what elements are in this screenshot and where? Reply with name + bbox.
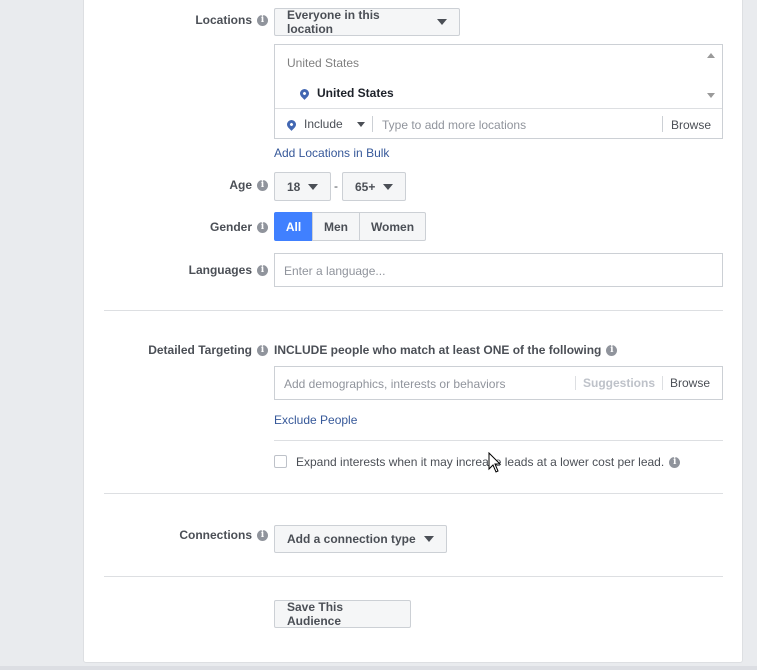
info-icon[interactable]: i bbox=[257, 179, 268, 191]
languages-label: Languages i bbox=[189, 263, 268, 277]
page-footer-bar bbox=[0, 666, 757, 670]
targeting-divider bbox=[274, 440, 723, 441]
info-icon[interactable]: i bbox=[257, 529, 268, 541]
section-divider bbox=[104, 576, 723, 577]
age-max-dropdown[interactable]: 65+ bbox=[342, 172, 406, 201]
section-divider bbox=[104, 310, 723, 311]
detailed-targeting-label: Detailed Targeting i bbox=[148, 343, 268, 357]
location-scope-dropdown[interactable]: Everyone in this location bbox=[274, 8, 460, 36]
location-pin-icon bbox=[298, 86, 311, 100]
detailed-targeting-box: Add demographics, interests or behaviors… bbox=[274, 366, 723, 400]
separator bbox=[575, 376, 576, 390]
mouse-cursor-icon bbox=[488, 452, 502, 473]
selected-location-item[interactable]: United States bbox=[298, 86, 394, 100]
age-min-dropdown[interactable]: 18 bbox=[274, 172, 331, 201]
location-pin-icon bbox=[285, 117, 298, 131]
caret-down-icon bbox=[437, 19, 447, 25]
gender-men-button[interactable]: Men bbox=[312, 212, 360, 241]
gender-all-button[interactable]: All bbox=[274, 212, 313, 241]
locations-scrollbar[interactable] bbox=[702, 45, 722, 108]
age-label: Age i bbox=[229, 178, 268, 192]
separator bbox=[662, 376, 663, 390]
browse-locations-button[interactable]: Browse bbox=[671, 118, 711, 132]
connections-label: Connections i bbox=[179, 528, 268, 542]
info-icon[interactable]: i bbox=[606, 344, 618, 356]
gender-women-button[interactable]: Women bbox=[359, 212, 426, 241]
caret-down-icon bbox=[308, 183, 319, 190]
locations-divider bbox=[275, 108, 722, 109]
info-icon[interactable]: i bbox=[257, 344, 268, 356]
expand-interests-checkbox[interactable] bbox=[274, 455, 287, 468]
caret-down-icon bbox=[383, 183, 394, 190]
locations-label: Locations i bbox=[195, 13, 268, 27]
separator bbox=[662, 116, 663, 132]
info-icon[interactable]: i bbox=[257, 221, 268, 233]
info-icon[interactable]: i bbox=[669, 456, 681, 468]
scroll-up-icon[interactable] bbox=[707, 53, 715, 58]
section-divider bbox=[104, 493, 723, 494]
connection-type-dropdown[interactable]: Add a connection type bbox=[274, 525, 447, 553]
add-locations-bulk-link[interactable]: Add Locations in Bulk bbox=[274, 146, 389, 160]
suggestions-button[interactable]: Suggestions bbox=[583, 376, 655, 390]
caret-down-icon bbox=[356, 121, 365, 127]
gender-label: Gender i bbox=[210, 220, 268, 234]
save-audience-button[interactable]: Save This Audience bbox=[274, 600, 411, 628]
locations-list-header: United States bbox=[287, 56, 360, 70]
include-dropdown[interactable]: Include bbox=[285, 117, 365, 131]
exclude-people-link[interactable]: Exclude People bbox=[274, 413, 357, 427]
location-search-input[interactable]: Type to add more locations bbox=[382, 118, 526, 132]
caret-down-icon bbox=[423, 536, 434, 542]
info-icon[interactable]: i bbox=[257, 14, 268, 26]
scroll-down-icon[interactable] bbox=[707, 93, 715, 98]
include-criteria-text: INCLUDE people who match at least ONE of… bbox=[274, 343, 618, 357]
browse-targeting-button[interactable]: Browse bbox=[670, 376, 710, 390]
info-icon[interactable]: i bbox=[257, 264, 268, 276]
targeting-search-input[interactable]: Add demographics, interests or behaviors bbox=[284, 377, 505, 391]
separator bbox=[372, 116, 373, 132]
language-input[interactable]: Enter a language... bbox=[274, 253, 723, 287]
age-separator: - bbox=[334, 179, 338, 193]
locations-box: United States United States Include Type… bbox=[274, 44, 723, 139]
